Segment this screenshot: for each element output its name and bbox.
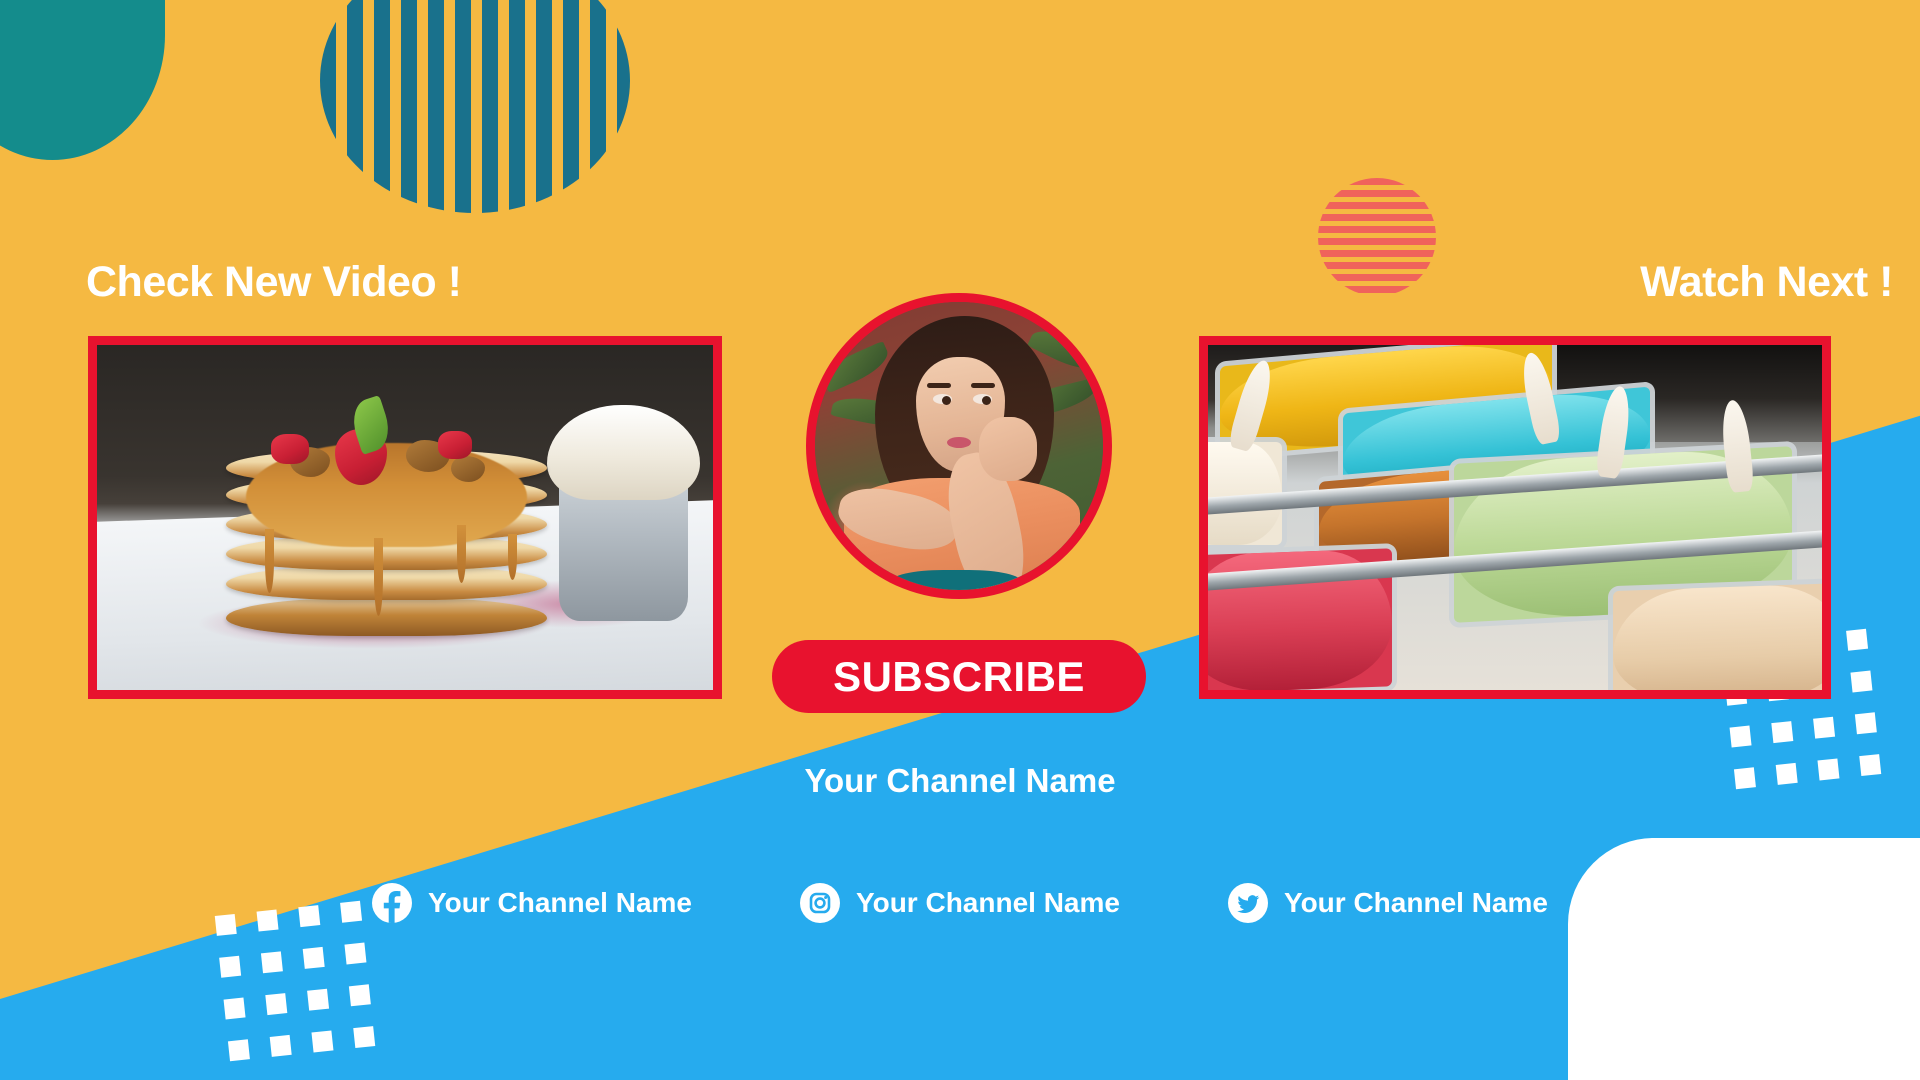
channel-avatar[interactable] [806, 293, 1112, 599]
social-link-twitter[interactable]: Your Channel Name [1227, 883, 1548, 923]
dot-grid-decoration-left [214, 900, 376, 1062]
pancake-stack-image [97, 345, 713, 690]
heading-watch-next: Watch Next ! [1640, 258, 1893, 306]
heading-check-new-video: Check New Video ! [86, 258, 462, 306]
end-screen-canvas: Check New Video ! Watch Next ! SUBSCRIBE… [0, 0, 1920, 1080]
social-link-facebook[interactable]: Your Channel Name [372, 883, 692, 923]
social-link-instagram[interactable]: Your Channel Name [800, 883, 1120, 923]
gelato-display-image [1208, 345, 1822, 690]
video-thumbnail-left[interactable] [88, 336, 722, 699]
facebook-icon [372, 883, 413, 923]
video-thumbnail-right[interactable] [1199, 336, 1831, 699]
social-label-instagram: Your Channel Name [856, 887, 1120, 918]
twitter-icon [1227, 883, 1268, 923]
horizontal-striped-circle-decoration [1318, 178, 1436, 296]
social-label-twitter: Your Channel Name [1283, 887, 1548, 918]
social-links-row: Your Channel Name Your Channel Name Your… [0, 883, 1920, 923]
white-rounded-corner-decoration [1568, 838, 1920, 1080]
channel-name-main: Your Channel Name [804, 762, 1116, 799]
subscribe-button[interactable]: SUBSCRIBE [772, 640, 1146, 713]
social-label-facebook: Your Channel Name [428, 887, 692, 918]
instagram-icon [800, 883, 840, 923]
